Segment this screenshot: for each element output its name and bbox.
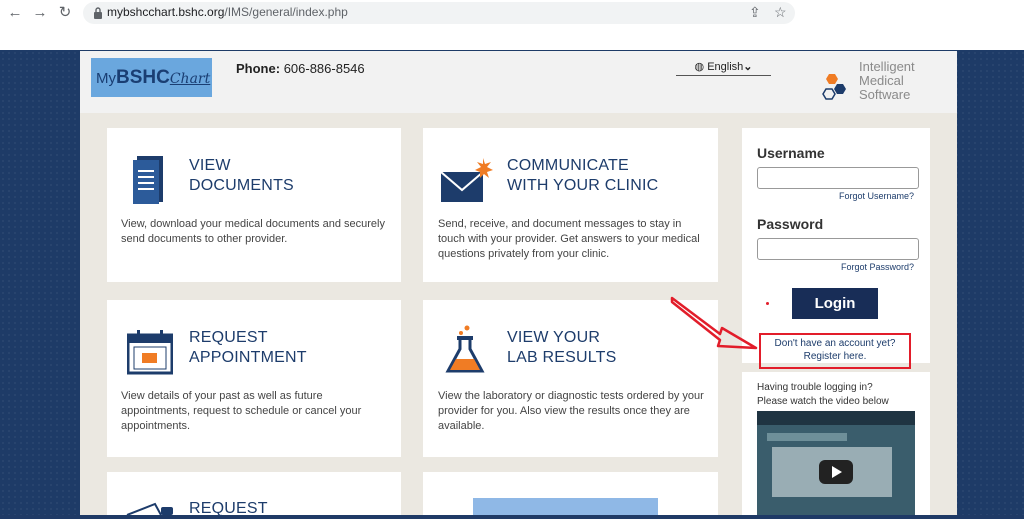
help-text-1: Having trouble logging in? <box>757 382 873 393</box>
reload-icon[interactable]: ↻ <box>57 5 73 21</box>
site-header: MyBSHCChart Phone: 606-886-8546 ◍ Englis… <box>80 51 957 113</box>
username-input[interactable] <box>757 167 919 189</box>
language-selector[interactable]: ◍ English⌄ <box>676 60 771 76</box>
password-label: Password <box>757 216 824 232</box>
annotation-arrow <box>670 296 758 350</box>
globe-icon: ◍ <box>694 61 705 73</box>
lock-icon <box>94 7 102 19</box>
hexagon-logo-icon <box>822 74 846 100</box>
card-partial[interactable] <box>423 472 718 515</box>
arrow-left-icon[interactable]: ← <box>7 5 23 21</box>
card-view-documents[interactable]: VIEW DOCUMENTS View, download your medica… <box>107 128 401 282</box>
username-label: Username <box>757 145 825 161</box>
address-bar[interactable]: mybshcchart.bshc.org/IMS/general/index.p… <box>83 2 795 24</box>
card-request[interactable]: REQUEST <box>107 472 401 517</box>
forgot-password-link[interactable]: Forgot Password? <box>841 262 914 272</box>
help-video[interactable] <box>757 411 915 515</box>
register-link[interactable]: Don't have an account yet? Register here… <box>759 333 911 369</box>
chevron-down-icon: ⌄ <box>743 61 753 73</box>
document-icon <box>133 156 163 204</box>
share-icon[interactable]: ⇪ <box>749 4 761 21</box>
help-text-2: Please watch the video below <box>757 396 889 407</box>
flask-icon <box>445 325 485 373</box>
calendar-icon <box>127 330 173 375</box>
card-request-appointment[interactable]: REQUEST APPOINTMENT View details of your … <box>107 300 401 457</box>
main-content: VIEW DOCUMENTS View, download your medica… <box>80 113 957 517</box>
card-image <box>473 498 658 515</box>
password-input[interactable] <box>757 238 919 260</box>
help-video-panel: Having trouble logging in? Please watch … <box>742 372 930 515</box>
forgot-username-link[interactable]: Forgot Username? <box>839 191 914 201</box>
arrow-right-icon[interactable]: → <box>32 5 48 21</box>
card-communicate[interactable]: COMMUNICATE WITH YOUR CLINIC Send, receiv… <box>423 128 718 282</box>
vendor-logo: Intelligent Medical Software <box>821 60 931 106</box>
url-text: mybshcchart.bshc.org/IMS/general/index.p… <box>107 5 348 19</box>
browser-toolbar: ← → ↻ mybshcchart.bshc.org/IMS/general/i… <box>0 0 1024 50</box>
login-button[interactable]: Login <box>792 288 878 319</box>
envelope-icon <box>441 158 493 202</box>
phone-contact: Phone: 606-886-8546 <box>236 61 365 76</box>
prescription-icon <box>126 502 173 515</box>
site-logo[interactable]: MyBSHCChart <box>91 58 212 97</box>
star-icon[interactable]: ☆ <box>774 4 787 21</box>
play-icon[interactable] <box>819 460 853 484</box>
